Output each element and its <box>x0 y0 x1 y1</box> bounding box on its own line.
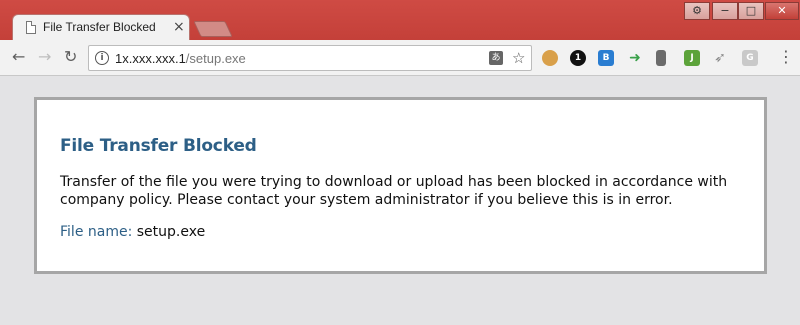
url-path: /setup.exe <box>185 51 246 66</box>
g-extension-icon[interactable]: G <box>742 50 758 66</box>
blocked-notice-box: File Transfer Blocked Transfer of the fi… <box>34 97 767 274</box>
one-extension-icon[interactable]: 1 <box>570 50 586 66</box>
tool-extension-icon[interactable]: ➶ <box>712 50 728 66</box>
maximize-button[interactable]: □ <box>738 2 764 20</box>
file-name-label: File name: <box>60 224 133 240</box>
new-tab-button[interactable] <box>193 21 233 37</box>
back-button[interactable]: ← <box>12 48 25 66</box>
reload-button[interactable]: ↻ <box>64 48 77 66</box>
page-icon <box>26 21 36 34</box>
address-bar[interactable]: i 1x.xxx.xxx.1/setup.exe あ ☆ <box>88 45 532 71</box>
file-name-line: File name: setup.exe <box>60 224 205 240</box>
forward-button[interactable]: → <box>38 48 51 66</box>
browser-tab[interactable]: File Transfer Blocked × <box>12 14 190 42</box>
tab-close-icon[interactable]: × <box>173 19 185 35</box>
translate-icon[interactable]: あ <box>489 51 503 65</box>
arrow-extension-icon[interactable]: ➜ <box>627 50 643 66</box>
cookie-extension-icon[interactable] <box>542 50 558 66</box>
browser-menu-icon[interactable]: ⋮ <box>778 49 794 65</box>
tab-title: File Transfer Blocked <box>43 20 156 34</box>
book-extension-icon[interactable] <box>656 50 666 66</box>
bookmark-star-icon[interactable]: ☆ <box>512 49 525 67</box>
page-title: File Transfer Blocked <box>60 136 257 156</box>
j-extension-icon[interactable]: J <box>684 50 700 66</box>
title-bar: File Transfer Blocked × ⚙ − □ ✕ <box>0 0 800 42</box>
minimize-button[interactable]: − <box>712 2 738 20</box>
close-window-button[interactable]: ✕ <box>765 2 799 20</box>
window-settings-button[interactable]: ⚙ <box>684 2 710 20</box>
url-text[interactable]: 1x.xxx.xxx.1/setup.exe <box>115 51 246 66</box>
site-info-icon[interactable]: i <box>95 51 109 65</box>
blocked-message: Transfer of the file you were trying to … <box>60 174 728 208</box>
browser-toolbar: ← → ↻ i 1x.xxx.xxx.1/setup.exe あ ☆ 1 B ➜… <box>0 40 800 76</box>
url-host: 1x.xxx.xxx.1 <box>115 51 186 66</box>
b-extension-icon[interactable]: B <box>598 50 614 66</box>
file-name-value: setup.exe <box>136 224 206 240</box>
